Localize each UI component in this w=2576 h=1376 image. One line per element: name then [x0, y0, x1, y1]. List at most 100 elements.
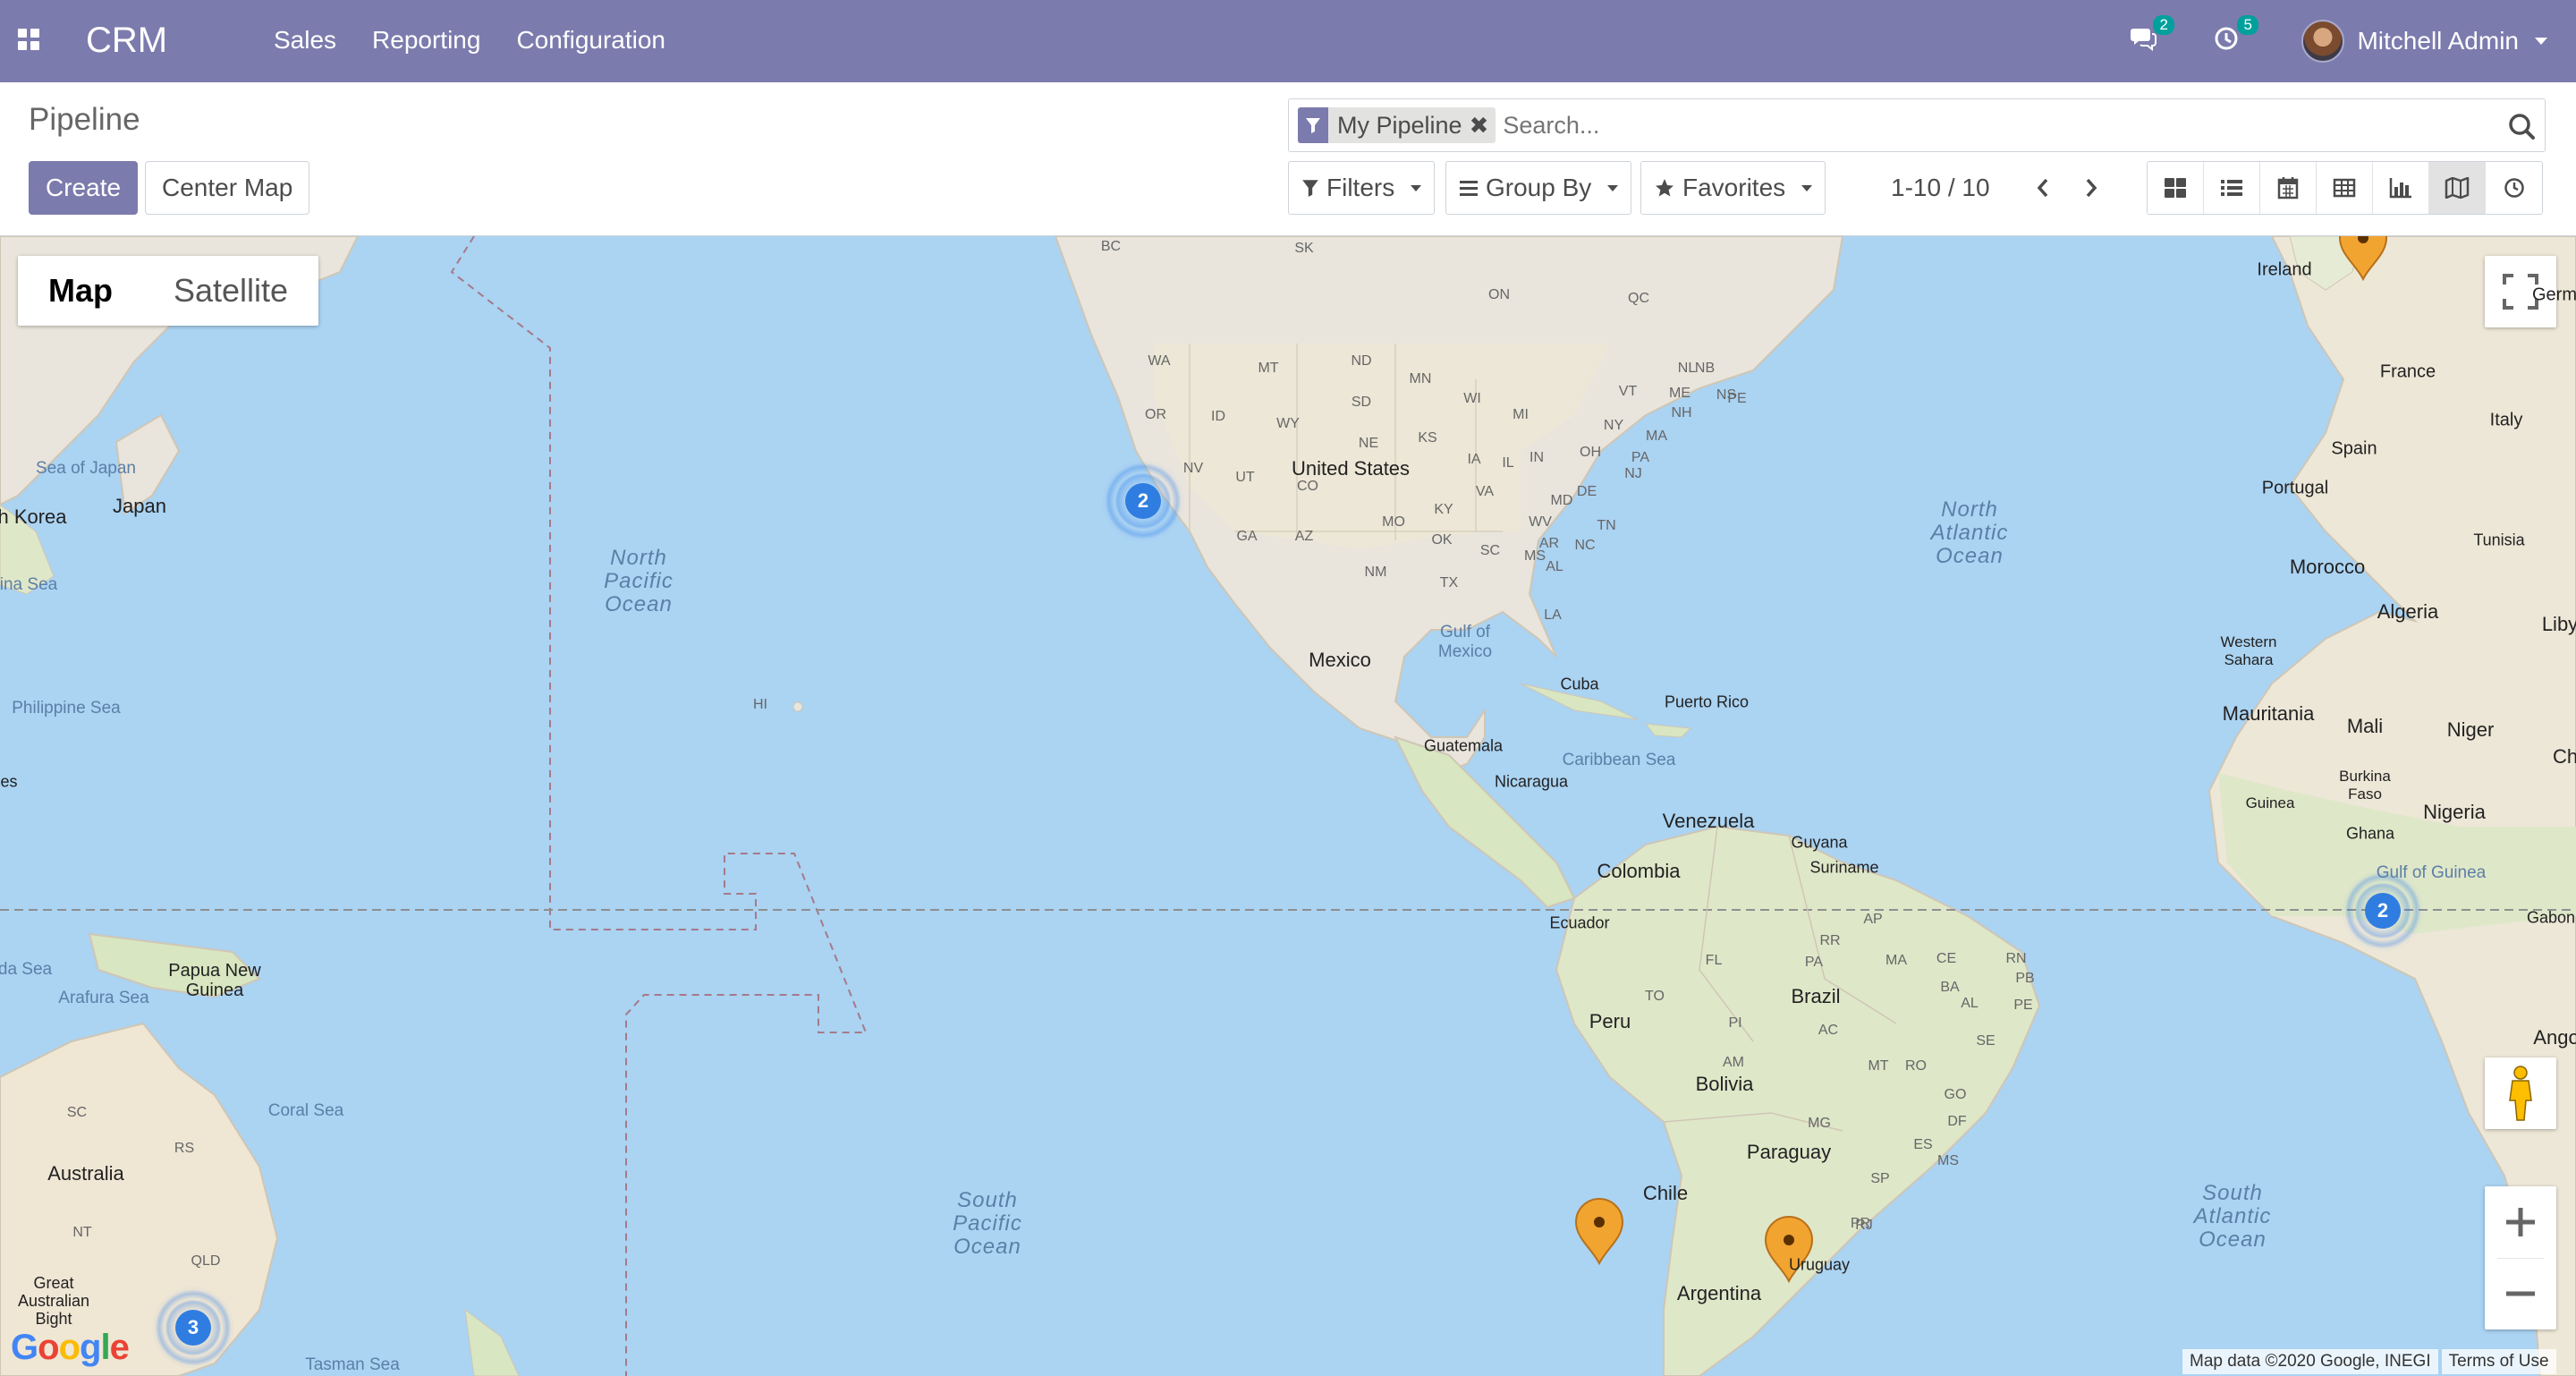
state-label-bc: BC — [1100, 239, 1122, 254]
group-by-button[interactable]: Group By — [1445, 161, 1632, 215]
pegman-icon — [2509, 1066, 2532, 1121]
chevron-down-icon — [1607, 184, 1619, 191]
map-view-button[interactable] — [2429, 162, 2486, 214]
state-label-ut: UT — [1235, 470, 1255, 485]
state-label-tn: TN — [1597, 518, 1616, 533]
menu-sales[interactable]: Sales — [274, 21, 336, 59]
graph-view-button[interactable] — [2373, 162, 2429, 214]
street-view-button[interactable] — [2485, 1057, 2556, 1129]
filters-button[interactable]: Filters — [1288, 161, 1436, 215]
state-label-ap: AP — [1863, 912, 1883, 927]
label-philippine-sea: Philippine Sea — [12, 699, 121, 718]
state-label-ks: KS — [1418, 430, 1437, 446]
user-name[interactable]: Mitchell Admin — [2357, 27, 2519, 55]
state-label-ny: NY — [1603, 418, 1624, 433]
state-label-ga: GA — [1236, 529, 1258, 544]
label-papua-new-guinea: Papua New Guinea — [168, 961, 261, 1000]
messages-badge: 2 — [2153, 14, 2174, 35]
label-da-sea: da Sea — [0, 960, 53, 979]
state-label-wv: WV — [1529, 514, 1552, 530]
label-tasman-sea: Tasman Sea — [305, 1355, 400, 1374]
menu-configuration[interactable]: Configuration — [516, 21, 665, 59]
state-label-sk: SK — [1294, 241, 1314, 256]
messaging-menu[interactable]: 2 — [2130, 14, 2174, 57]
label-western-sahara: Western Sahara — [2220, 633, 2277, 668]
state-label-ma: MA — [1646, 429, 1667, 444]
pager-previous-button[interactable] — [2021, 161, 2064, 215]
label-es: es — [0, 772, 18, 791]
list-view-button[interactable] — [2204, 162, 2260, 214]
map-type-control: Map Satellite — [18, 256, 319, 326]
zoom-out-button[interactable] — [2485, 1258, 2556, 1329]
pivot-icon — [2333, 178, 2356, 198]
view-switcher — [2147, 161, 2543, 215]
app-name[interactable]: CRM — [86, 16, 167, 64]
activity-menu[interactable]: 5 — [2214, 14, 2258, 57]
pager-next-button[interactable] — [2070, 161, 2113, 215]
cluster-marker-north-america[interactable]: 2 — [1103, 461, 1183, 541]
create-button[interactable]: Create — [29, 161, 139, 215]
favorites-button[interactable]: Favorites — [1640, 161, 1826, 215]
map-type-satellite-button[interactable]: Satellite — [143, 256, 318, 326]
center-map-button[interactable]: Center Map — [145, 161, 310, 215]
state-label-pe: PE — [2013, 998, 2033, 1013]
label-gulf-of-guinea: Gulf of Guinea — [2376, 863, 2487, 882]
map-marker-uk[interactable] — [2336, 236, 2390, 281]
label-north-atlantic: North Atlantic Ocean — [1930, 497, 2009, 568]
group-by-label: Group By — [1486, 174, 1592, 201]
state-label-or: OR — [1145, 407, 1166, 422]
chevron-down-icon[interactable] — [2535, 38, 2547, 45]
menu-reporting[interactable]: Reporting — [372, 21, 480, 59]
zoom-in-button[interactable] — [2485, 1186, 2556, 1258]
state-label-oh: OH — [1580, 445, 1601, 460]
search-icon[interactable] — [2507, 112, 2536, 140]
search-input[interactable] — [1503, 111, 2545, 140]
state-label-nm: NM — [1364, 565, 1387, 580]
state-label-mo: MO — [1382, 514, 1405, 530]
state-label-qc: QC — [1628, 291, 1649, 306]
map-type-map-button[interactable]: Map — [18, 256, 143, 326]
label-angola: Ango — [2533, 1026, 2576, 1049]
close-icon[interactable]: ✖ — [1470, 112, 1496, 140]
label-algeria: Algeria — [2377, 600, 2439, 623]
map-canvas[interactable]: Map Satellite 2 2 3 United States Mexico… — [0, 236, 2576, 1376]
chevron-right-icon — [2086, 178, 2097, 198]
state-label-qld: QLD — [191, 1253, 221, 1269]
state-label-nj: NJ — [1624, 466, 1642, 481]
label-mali: Mali — [2346, 715, 2384, 737]
state-label-ms: MS — [1524, 548, 1546, 564]
kanban-view-button[interactable] — [2148, 162, 2204, 214]
pager-value[interactable]: 1-10 / 10 — [1891, 161, 1990, 215]
breadcrumb: Pipeline — [29, 102, 140, 137]
label-gabon: Gabon — [2526, 908, 2576, 927]
state-label-wi: WI — [1463, 391, 1481, 406]
state-label-sp: SP — [1870, 1171, 1890, 1186]
google-logo: Google — [11, 1328, 130, 1367]
state-label-pi: PI — [1728, 1015, 1742, 1031]
apps-menu-icon[interactable] — [18, 29, 39, 50]
label-venezuela: Venezuela — [1662, 810, 1755, 832]
activity-view-button[interactable] — [2486, 162, 2542, 214]
systray: 2 5 Mitchell Admin — [2130, 0, 2576, 82]
star-icon — [1656, 179, 1674, 197]
state-label-wy: WY — [1276, 416, 1300, 431]
cluster-marker-australia[interactable]: 3 — [153, 1287, 233, 1368]
label-italy: Italy — [2489, 410, 2523, 430]
zoom-divider — [2497, 1258, 2544, 1259]
avatar[interactable] — [2301, 20, 2345, 63]
state-label-df: DF — [1947, 1114, 1967, 1129]
terms-of-use-link[interactable]: Terms of Use — [2441, 1349, 2556, 1374]
label-libya: Liby — [2541, 613, 2576, 635]
label-cuba: Cuba — [1560, 675, 1599, 693]
calendar-view-button[interactable] — [2260, 162, 2317, 214]
map-marker-peru[interactable] — [1572, 1195, 1626, 1265]
state-label-nb: NB — [1694, 361, 1716, 376]
label-ecuador: Ecuador — [1549, 913, 1610, 932]
state-label-nv: NV — [1182, 461, 1204, 476]
state-label-mi: MI — [1513, 407, 1529, 422]
pivot-view-button[interactable] — [2317, 162, 2373, 214]
state-label-il: IL — [1502, 455, 1514, 471]
label-sea-of-japan: Sea of Japan — [36, 459, 136, 478]
label-coral-sea: Coral Sea — [267, 1101, 344, 1120]
label-peru: Peru — [1589, 1010, 1631, 1032]
